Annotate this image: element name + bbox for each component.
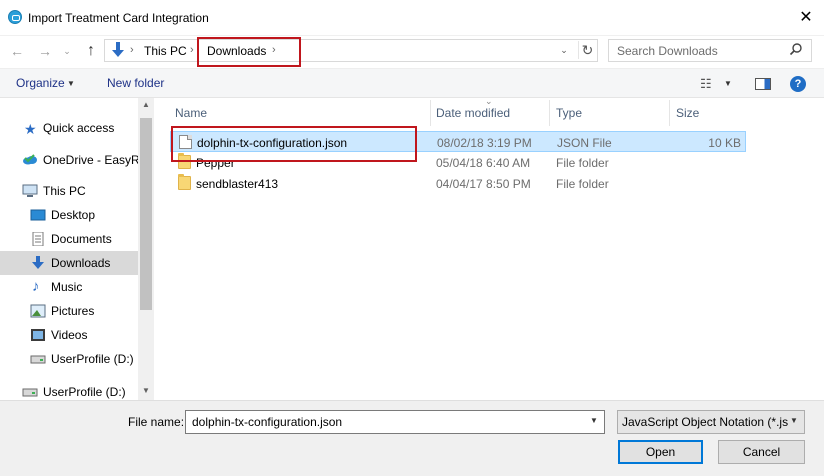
help-icon[interactable]: ? xyxy=(790,76,806,92)
breadcrumb-separator-icon[interactable]: › xyxy=(190,44,194,56)
sidebar-item-label: UserProfile (D:) xyxy=(51,352,134,366)
column-header-date-modified[interactable]: Date modified xyxy=(436,106,510,120)
sidebar-item-label: OneDrive - EasyRx xyxy=(43,153,138,167)
videos-icon xyxy=(31,329,45,341)
open-button[interactable]: Open xyxy=(618,440,703,464)
folder-icon xyxy=(178,174,191,190)
change-view-icon[interactable]: ☷ xyxy=(700,76,712,92)
file-date: 08/02/18 3:19 PM xyxy=(437,136,532,150)
annotation-highlight-box xyxy=(171,126,417,162)
cancel-button[interactable]: Cancel xyxy=(718,440,805,464)
music-note-icon: ♪ xyxy=(32,278,40,295)
new-folder-button[interactable]: New folder xyxy=(107,76,164,90)
desktop-icon xyxy=(30,209,46,221)
file-name: sendblaster413 xyxy=(196,177,279,191)
sidebar-item-label: Desktop xyxy=(51,208,96,222)
download-arrow-icon xyxy=(112,42,124,57)
recent-locations-chevron-icon[interactable]: ⌄ xyxy=(60,40,74,62)
preview-pane-icon[interactable] xyxy=(755,78,771,90)
pictures-icon xyxy=(30,304,46,318)
sidebar-item-label: Music xyxy=(51,280,83,294)
sidebar-item-downloads[interactable]: Downloads xyxy=(0,251,138,275)
cloud-icon xyxy=(23,154,37,165)
sidebar-item-documents[interactable]: Documents xyxy=(0,227,138,251)
column-header-size[interactable]: Size xyxy=(676,106,699,120)
file-size: 10 KB xyxy=(708,136,741,150)
drive-icon xyxy=(30,355,46,364)
organize-chevron-down-icon[interactable]: ▼ xyxy=(67,79,75,88)
sidebar-item-onedrive[interactable]: OneDrive - EasyRx xyxy=(0,148,138,172)
drive-icon xyxy=(22,388,38,397)
documents-icon xyxy=(32,232,44,246)
column-divider[interactable] xyxy=(549,100,550,126)
forward-arrow-icon[interactable]: → xyxy=(34,40,56,62)
sidebar-item-label: Pictures xyxy=(51,304,95,318)
column-divider[interactable] xyxy=(669,100,670,126)
file-type: File folder xyxy=(556,177,609,191)
computer-icon xyxy=(22,184,38,197)
sidebar-item-quick-access[interactable]: ★ Quick access xyxy=(0,116,138,140)
scroll-down-arrow-icon[interactable]: ▼ xyxy=(138,386,154,400)
sidebar-item-label: Documents xyxy=(51,232,112,246)
breadcrumb-this-pc[interactable]: This PC xyxy=(144,44,187,58)
up-arrow-icon[interactable]: ↑ xyxy=(80,40,102,62)
window-title: Import Treatment Card Integration xyxy=(28,11,209,25)
column-header-type[interactable]: Type xyxy=(556,106,582,120)
sidebar-item-label: This PC xyxy=(43,184,86,198)
file-row[interactable]: sendblaster413 04/04/17 8:50 PM File fol… xyxy=(170,173,746,194)
sidebar-item-label: Downloads xyxy=(51,256,111,270)
column-header-name[interactable]: Name xyxy=(175,106,207,120)
file-name-label: File name: xyxy=(128,415,185,429)
app-icon xyxy=(8,10,22,24)
back-arrow-icon[interactable]: ← xyxy=(6,40,28,62)
search-placeholder: Search Downloads xyxy=(617,44,718,58)
close-button[interactable]: ✕ xyxy=(788,4,824,32)
sidebar-item-label: Quick access xyxy=(43,121,115,135)
navigation-pane: ★ Quick access OneDrive - EasyRx This PC… xyxy=(0,98,154,400)
file-type-chevron-down-icon[interactable]: ▼ xyxy=(790,416,798,425)
column-divider[interactable] xyxy=(430,100,431,126)
organize-button[interactable]: Organize xyxy=(16,76,65,90)
star-icon: ★ xyxy=(24,121,37,137)
breadcrumb-separator-icon[interactable]: › xyxy=(130,44,134,56)
download-arrow-icon xyxy=(32,256,44,269)
sidebar-item-this-pc[interactable]: This PC xyxy=(0,179,138,203)
sidebar-item-pictures[interactable]: Pictures xyxy=(0,299,138,323)
scroll-up-arrow-icon[interactable]: ▲ xyxy=(138,100,154,114)
file-name-field[interactable]: dolphin-tx-configuration.json xyxy=(185,410,605,434)
view-chevron-down-icon[interactable]: ▼ xyxy=(724,79,732,88)
sidebar-item-videos[interactable]: Videos xyxy=(0,323,138,347)
file-type: JSON File xyxy=(557,136,612,150)
search-icon[interactable] xyxy=(789,42,803,56)
sidebar-item-userprofile-d[interactable]: UserProfile (D:) xyxy=(0,347,138,371)
file-date: 04/04/17 8:50 PM xyxy=(436,177,531,191)
file-type: File folder xyxy=(556,156,609,170)
file-name-chevron-down-icon[interactable]: ▼ xyxy=(590,416,598,425)
sidebar-item-label: Videos xyxy=(51,328,88,342)
annotation-highlight-box xyxy=(197,37,301,67)
sidebar-item-music[interactable]: ♪ Music xyxy=(0,275,138,299)
file-date: 05/04/18 6:40 AM xyxy=(436,156,531,170)
address-dropdown-chevron-icon[interactable]: ⌄ xyxy=(556,41,572,59)
refresh-icon[interactable]: ↻ xyxy=(578,41,596,59)
file-type-select[interactable]: JavaScript Object Notation (*.js xyxy=(617,410,805,434)
sidebar-item-desktop[interactable]: Desktop xyxy=(0,203,138,227)
scrollbar-thumb[interactable] xyxy=(140,118,152,310)
